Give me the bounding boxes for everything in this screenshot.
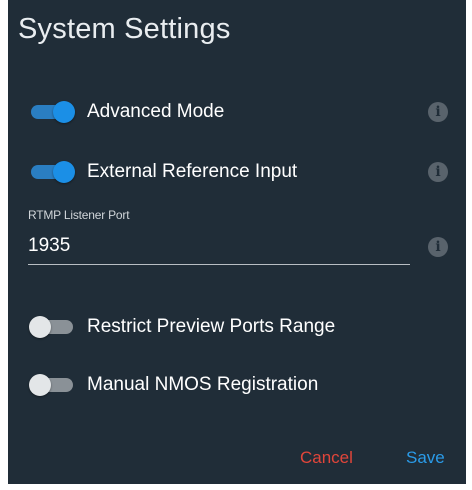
- save-button[interactable]: Save: [406, 448, 445, 468]
- system-settings-dialog: System Settings Advanced Mode i External…: [8, 0, 466, 484]
- external-reference-input-toggle[interactable]: [29, 161, 75, 183]
- restrict-preview-ports-range-toggle[interactable]: [29, 316, 75, 338]
- toggle-thumb: [29, 374, 51, 396]
- manual-nmos-registration-label: Manual NMOS Registration: [87, 374, 319, 395]
- info-icon[interactable]: i: [428, 162, 448, 182]
- external-reference-input-label: External Reference Input: [87, 161, 298, 182]
- manual-nmos-registration-toggle[interactable]: [29, 374, 75, 396]
- info-icon[interactable]: i: [428, 102, 448, 122]
- manual-nmos-registration-row: Manual NMOS Registration: [8, 367, 466, 403]
- toggle-thumb: [29, 316, 51, 338]
- restrict-preview-ports-range-row: Restrict Preview Ports Range: [8, 309, 466, 345]
- advanced-mode-toggle[interactable]: [29, 101, 75, 123]
- advanced-mode-label: Advanced Mode: [87, 101, 225, 122]
- info-icon[interactable]: i: [428, 237, 448, 257]
- cancel-button[interactable]: Cancel: [300, 448, 353, 468]
- rtmp-port-input[interactable]: [28, 230, 410, 265]
- toggle-thumb: [53, 161, 75, 183]
- restrict-preview-ports-range-label: Restrict Preview Ports Range: [87, 316, 336, 337]
- external-reference-input-row: External Reference Input i: [8, 154, 466, 190]
- rtmp-port-label: RTMP Listener Port: [28, 208, 130, 222]
- advanced-mode-row: Advanced Mode i: [8, 94, 466, 130]
- dialog-title: System Settings: [18, 13, 231, 45]
- toggle-thumb: [53, 101, 75, 123]
